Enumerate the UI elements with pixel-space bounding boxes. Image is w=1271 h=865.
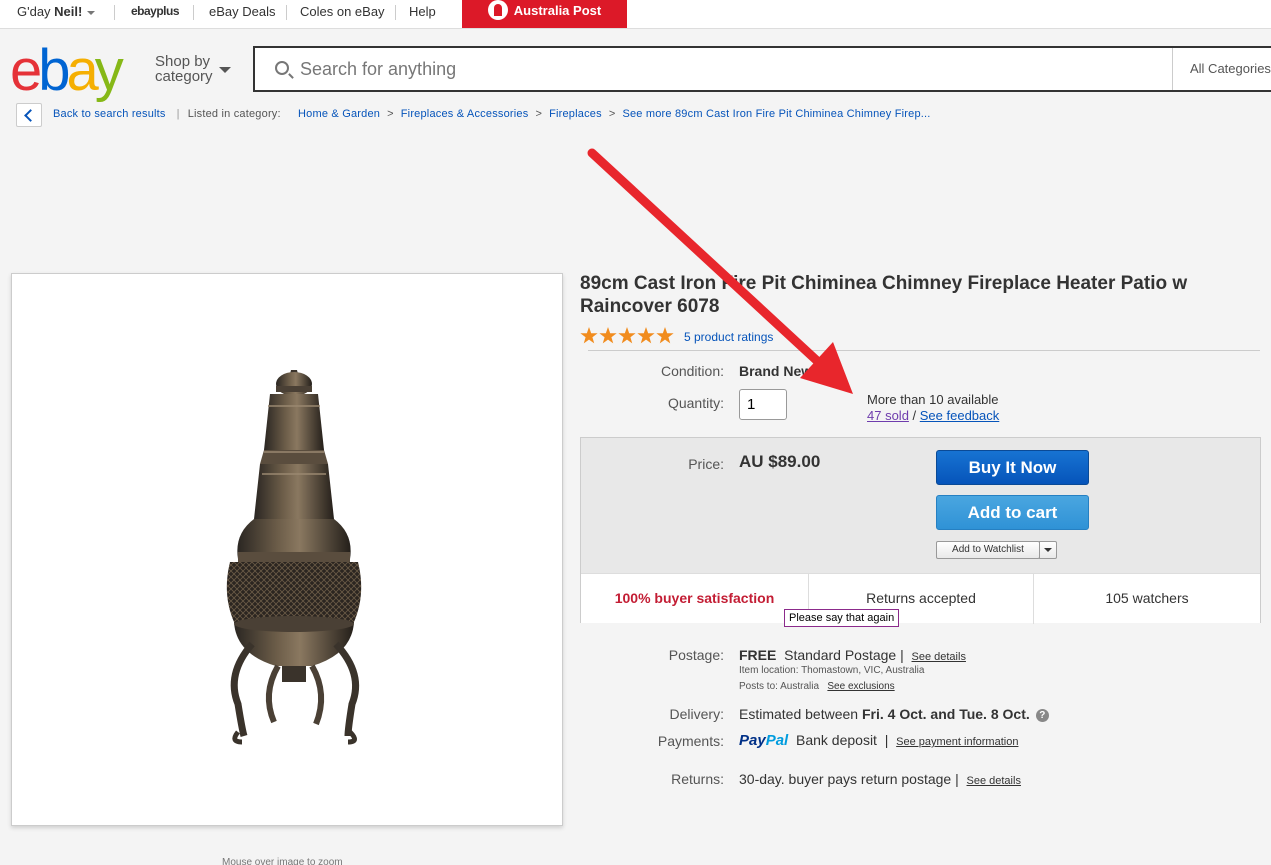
- payment-info-link[interactable]: See payment information: [896, 736, 1018, 748]
- back-arrow-icon[interactable]: [16, 103, 42, 127]
- back-to-search-link[interactable]: Back to search results: [53, 108, 166, 120]
- postage-free: FREE: [739, 647, 777, 663]
- ebay-logo[interactable]: ebay: [10, 42, 124, 100]
- auspost-banner[interactable]: Australia Post: [462, 0, 627, 28]
- price-box: Price: AU $89.00 Buy It Now Add to cart …: [580, 437, 1261, 624]
- deals-link[interactable]: eBay Deals: [209, 0, 275, 28]
- posts-to: Posts to: Australia See exclusions: [739, 681, 895, 692]
- help-icon[interactable]: ?: [1035, 708, 1049, 722]
- add-to-watchlist-button[interactable]: Add to Watchlist: [936, 541, 1040, 559]
- breadcrumb-separator: >: [608, 108, 616, 120]
- divider: [395, 5, 396, 20]
- chevron-down-icon[interactable]: [219, 67, 231, 73]
- search-input[interactable]: [300, 57, 1150, 81]
- shop-by-line1: Shop by: [155, 53, 211, 70]
- search-bar: All Categories: [253, 46, 1271, 92]
- price-label: Price:: [688, 456, 724, 472]
- item-location: Item location: Thomastown, VIC, Australi…: [739, 665, 925, 676]
- image-caption: Mouse over image to zoom: [222, 857, 343, 865]
- price-box-footer: 100% buyer satisfaction Returns accepted…: [581, 573, 1260, 624]
- postage-details-link[interactable]: See details: [912, 651, 966, 663]
- breadcrumb-item[interactable]: Fireplaces: [549, 108, 602, 120]
- breadcrumb-item[interactable]: See more 89cm Cast Iron Fire Pit Chimine…: [622, 108, 930, 120]
- returns-text: 30-day. buyer pays return postage |: [739, 771, 959, 787]
- divider: [193, 5, 194, 20]
- condition-label: Condition:: [660, 363, 724, 379]
- returns-label: Returns:: [671, 771, 724, 787]
- bank-deposit: Bank deposit: [796, 732, 877, 748]
- quantity-input[interactable]: [739, 389, 787, 420]
- product-image-panel[interactable]: [11, 273, 563, 826]
- chevron-down-icon: [87, 10, 96, 15]
- watchers-count: 105 watchers: [1105, 590, 1189, 606]
- posts-to-text: Posts to: Australia: [739, 681, 820, 692]
- divider: [114, 5, 115, 20]
- sold-count-link[interactable]: 47 sold: [867, 408, 909, 423]
- tooltip: Please say that again: [784, 609, 900, 627]
- price-value: AU $89.00: [739, 452, 821, 471]
- star-icon: [618, 327, 636, 344]
- shop-by-category[interactable]: Shop by category: [155, 54, 213, 84]
- auspost-logo-icon: [487, 0, 508, 20]
- see-feedback-link[interactable]: See feedback: [920, 408, 1000, 423]
- star-icon: [599, 327, 617, 344]
- availability-text: More than 10 available: [867, 392, 999, 407]
- shop-by-line2: category: [155, 68, 213, 85]
- divider: [588, 350, 1260, 351]
- paypal-logo-part1: Pay: [739, 732, 766, 749]
- postage-type: Standard Postage |: [784, 647, 904, 663]
- buy-it-now-button[interactable]: Buy It Now: [936, 450, 1089, 485]
- delivery-value: Estimated between Fri. 4 Oct. and Tue. 8…: [739, 706, 1049, 722]
- greeting-text: G'day: [17, 4, 55, 19]
- buyer-satisfaction: 100% buyer satisfaction: [614, 590, 775, 606]
- returns-value: 30-day. buyer pays return postage | See …: [739, 771, 1021, 787]
- sold-separator: /: [908, 408, 920, 423]
- postage-value: FREE Standard Postage | See details: [739, 647, 966, 663]
- listed-in-label: Listed in category:: [187, 108, 281, 120]
- payments-label: Payments:: [657, 733, 724, 749]
- delivery-dates: Fri. 4 Oct. and Tue. 8 Oct.: [861, 706, 1030, 722]
- top-bar: G'day Neil! ebayplus eBay Deals Coles on…: [0, 0, 1271, 29]
- search-icon: [275, 61, 289, 75]
- divider: |: [176, 108, 180, 120]
- delivery-prefix: Estimated between: [739, 706, 862, 722]
- paypal-logo-part2: Pal: [765, 732, 789, 749]
- quantity-label: Quantity:: [667, 395, 724, 411]
- see-exclusions-link[interactable]: See exclusions: [827, 681, 894, 692]
- star-icon: [656, 327, 674, 344]
- ebayplus-label: ebayplus: [131, 4, 180, 18]
- auspost-label: Australia Post: [513, 3, 602, 18]
- add-to-cart-button[interactable]: Add to cart: [936, 495, 1089, 530]
- delivery-label: Delivery:: [669, 706, 724, 722]
- breadcrumb: Back to search results | Listed in categor…: [53, 108, 931, 120]
- user-name: Neil!: [54, 4, 83, 19]
- breadcrumb-item[interactable]: Fireplaces & Accessories: [401, 108, 529, 120]
- ebayplus-link[interactable]: ebayplus: [131, 0, 180, 28]
- chevron-down-icon[interactable]: [1039, 541, 1057, 559]
- product-ratings-link[interactable]: 5 product ratings: [684, 330, 773, 344]
- sold-line: 47 sold / See feedback: [867, 408, 999, 423]
- payments-value: PayPal Bank deposit | See payment inform…: [739, 732, 1019, 749]
- star-icon: [580, 327, 598, 344]
- breadcrumb-item[interactable]: Home & Garden: [298, 108, 380, 120]
- condition-value: Brand New: [739, 363, 813, 379]
- help-link[interactable]: Help: [409, 0, 436, 28]
- greeting[interactable]: G'day Neil!: [17, 0, 96, 28]
- star-icon: [637, 327, 655, 344]
- category-select[interactable]: All Categories: [1172, 48, 1271, 90]
- breadcrumb-separator: >: [387, 108, 394, 120]
- product-image: [226, 370, 362, 745]
- coles-link[interactable]: Coles on eBay: [300, 0, 385, 28]
- product-title: 89cm Cast Iron Fire Pit Chiminea Chimney…: [580, 273, 1188, 317]
- breadcrumb-separator: >: [535, 108, 543, 120]
- divider: [286, 5, 287, 20]
- returns-details-link[interactable]: See details: [967, 775, 1021, 787]
- postage-label: Postage:: [668, 647, 724, 663]
- paypal-logo: PayPal: [739, 732, 788, 749]
